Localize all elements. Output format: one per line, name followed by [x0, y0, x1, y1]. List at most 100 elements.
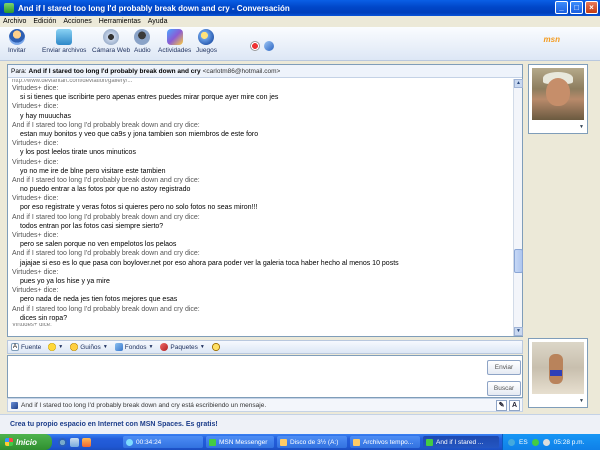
message-text: pero nada de neda jes tien fotos mejores…	[20, 296, 178, 304]
windows-logo-icon	[5, 438, 13, 446]
chevron-down-icon[interactable]: ▼	[579, 124, 584, 130]
menu-herramientas[interactable]: Herramientas	[99, 18, 141, 25]
nudge-button[interactable]	[211, 343, 220, 351]
status-buttons: ✎ A	[496, 400, 520, 411]
self-photo-figure	[549, 354, 563, 384]
block-icon[interactable]	[250, 41, 260, 51]
packs-button[interactable]: Paquetes ▼	[160, 343, 205, 351]
maximize-button[interactable]: □	[570, 1, 583, 14]
contact-photo	[532, 68, 584, 120]
winks-button[interactable]: Guiños ▼	[70, 343, 108, 351]
games-label: Juegos	[196, 47, 217, 54]
text-mode-button[interactable]: A	[509, 400, 520, 411]
folder-icon	[353, 438, 360, 446]
font-icon: A	[11, 343, 19, 351]
webcam-button[interactable]: Cámara Web	[92, 29, 130, 54]
clock: 05:28 p.m.	[553, 438, 585, 446]
message-input[interactable]: Enviar Buscar	[7, 355, 523, 398]
audio-button[interactable]: Audio	[134, 29, 151, 54]
send-files-label: Enviar archivos	[42, 47, 87, 54]
message-text: pero se salen porque no ven empelotos lo…	[20, 241, 177, 249]
message-sender: Virtudes+ dice:	[12, 268, 59, 276]
invite-button[interactable]: Invitar	[8, 29, 26, 54]
scroll-down-icon[interactable]: ▼	[514, 327, 523, 336]
message-sender: Virtudes+ dice:	[12, 103, 59, 111]
start-label: Inicio	[16, 437, 37, 447]
games-button[interactable]: Juegos	[196, 29, 217, 54]
send-files-button[interactable]: Enviar archivos	[42, 29, 86, 54]
task-msn-messenger[interactable]: MSN Messenger	[206, 436, 274, 448]
webcam-icon	[103, 29, 120, 45]
to-contact-email: <carlotm86@hotmail.com>	[202, 67, 281, 75]
media-player-icon[interactable]	[82, 437, 91, 447]
show-desktop-icon[interactable]	[70, 437, 79, 447]
language-indicator[interactable]: ES	[519, 439, 528, 446]
send-files-icon	[56, 29, 73, 45]
close-button[interactable]: ×	[585, 1, 598, 14]
timer-icon	[126, 438, 133, 446]
browser-icon[interactable]	[58, 437, 67, 447]
message-text: yo no me ire de blne pero visitare este …	[20, 167, 166, 175]
invite-label: Invitar	[8, 47, 26, 54]
self-photo	[532, 342, 584, 394]
invite-icon	[8, 29, 25, 45]
backgrounds-label: Fondos	[124, 343, 147, 351]
ad-text[interactable]: Crea tu propio espacio en Internet con M…	[10, 421, 218, 428]
ad-banner[interactable]: Crea tu propio espacio en Internet con M…	[0, 414, 600, 434]
task-temp-files[interactable]: Archivos tempo...	[350, 436, 420, 448]
pen-icon	[11, 401, 18, 409]
menu-ayuda[interactable]: Ayuda	[148, 18, 168, 25]
self-photo-swimwear	[550, 370, 562, 376]
conversation-panel: Para: And if I stared too long I'd proba…	[7, 64, 523, 337]
task-label: Archivos tempo...	[363, 438, 414, 446]
contact-avatar[interactable]: ▼	[528, 64, 588, 134]
headset-icon	[134, 29, 151, 45]
backgrounds-button[interactable]: Fondos ▼	[114, 343, 153, 351]
scroll-up-icon[interactable]: ▲	[514, 79, 523, 88]
volume-icon[interactable]	[542, 438, 550, 446]
network-icon[interactable]	[508, 438, 515, 446]
winks-label: Guiños	[80, 343, 101, 351]
history-scrollbar[interactable]: ▲ ▼	[513, 79, 523, 336]
task-timer[interactable]: 00:34:24	[123, 436, 203, 448]
message-text: por eso registrate y veras fotos si quie…	[20, 204, 258, 212]
emoticons-button[interactable]: ▼	[48, 343, 63, 351]
task-label: 00:34:24	[136, 438, 162, 446]
start-button[interactable]: Inicio	[0, 434, 52, 450]
messenger-tray-icon[interactable]	[531, 438, 539, 446]
window-title: And if I stared too long I'd probably br…	[18, 3, 290, 13]
title-bar[interactable]: And if I stared too long I'd probably br…	[0, 0, 600, 16]
message-sender: And if I stared too long I'd probably br…	[12, 213, 200, 221]
message-sender: Virtudes+ dice:	[12, 85, 59, 92]
menu-edicion[interactable]: Edición	[33, 18, 56, 25]
status-bar: And if I stared too long I'd probably br…	[7, 398, 523, 412]
minimize-button[interactable]: _	[555, 1, 568, 14]
activities-button[interactable]: Actividades	[158, 29, 191, 54]
task-floppy-drive[interactable]: Disco de 3½ (A:)	[277, 436, 347, 448]
message-text: estan muy bonitos y veo que ca9s y jona …	[20, 130, 259, 138]
chevron-down-icon: ▼	[199, 344, 205, 350]
main-toolbar: Invitar Enviar archivos Cámara Web Audio…	[0, 27, 600, 61]
self-avatar[interactable]: ▼	[528, 338, 588, 408]
font-button[interactable]: A Fuente	[11, 343, 41, 351]
message-sender: And if I stared too long I'd probably br…	[12, 305, 200, 313]
search-button[interactable]: Buscar	[487, 381, 521, 396]
typing-status: And if I stared too long I'd probably br…	[21, 401, 267, 409]
message-sender: Virtudes+ dice:	[12, 287, 59, 295]
task-label: Disco de 3½ (A:)	[290, 438, 339, 446]
message-sender: Virtudes+ dice:	[12, 140, 59, 148]
message-sender: And if I stared too long I'd probably br…	[12, 121, 200, 129]
message-history[interactable]: http://www.deviantart.com/deviation/gall…	[8, 79, 513, 336]
task-label: And if I stared ...	[436, 438, 484, 446]
handwriting-icon[interactable]: ✎	[496, 400, 507, 411]
display-picture-icon[interactable]	[264, 41, 274, 51]
menu-acciones[interactable]: Acciones	[63, 18, 91, 25]
task-conversation[interactable]: And if I stared ...	[423, 436, 499, 448]
menu-archivo[interactable]: Archivo	[3, 18, 26, 25]
to-contact-name: And if I stared too long I'd probably br…	[28, 67, 201, 75]
font-label: Fuente	[21, 343, 42, 351]
send-button[interactable]: Enviar	[487, 360, 521, 375]
chevron-down-icon[interactable]: ▼	[579, 398, 584, 404]
scroll-thumb[interactable]	[514, 249, 523, 273]
webcam-label: Cámara Web	[92, 47, 131, 54]
